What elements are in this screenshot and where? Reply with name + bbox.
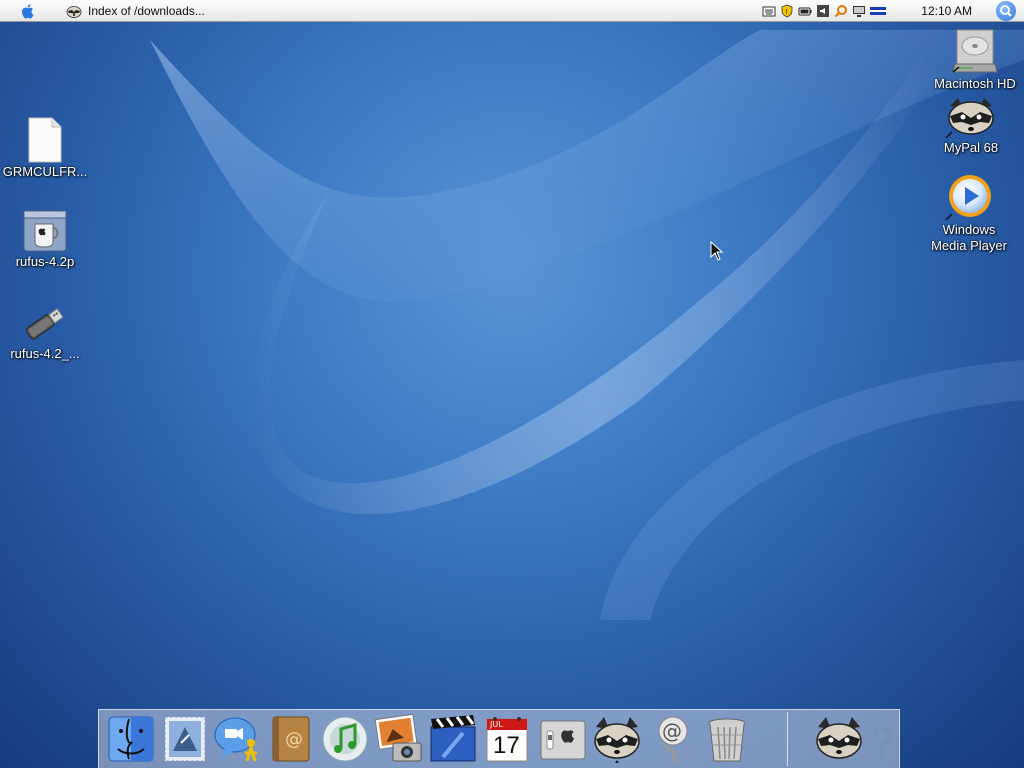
language-flag-icon[interactable] <box>870 4 886 18</box>
menu-bar: Index of /downloads... ! 12:10 AM <box>0 0 1024 22</box>
usb-drive-icon <box>25 308 64 340</box>
raccoon-browser-icon <box>66 6 82 18</box>
spotlight-icon[interactable] <box>996 1 1016 21</box>
desktop-icon-label-line1: Windows <box>942 222 996 237</box>
mail-at-icon[interactable]: @ <box>647 713 699 765</box>
desktop-icon-label-line2: Media Player <box>931 238 1007 253</box>
clock[interactable]: 12:10 AM <box>921 4 972 18</box>
desktop-icon-mypal-68[interactable]: MyPal 68 <box>923 96 1019 156</box>
itunes-icon[interactable] <box>319 713 371 765</box>
active-window-title[interactable]: Index of /downloads... <box>66 3 205 19</box>
desktop-icon-label: rufus-4.2p <box>15 254 75 269</box>
svg-text:@: @ <box>285 729 303 750</box>
svg-text:?: ? <box>871 720 894 765</box>
svg-text:!: ! <box>785 8 788 16</box>
raccoon-browser-icon[interactable] <box>813 713 865 765</box>
desktop-icon-label: MyPal 68 <box>943 140 999 155</box>
dock: @ JUL 17 @ ? <box>98 709 900 768</box>
trash-icon[interactable] <box>701 713 753 765</box>
address-book-icon[interactable]: @ <box>265 713 317 765</box>
iphoto-icon[interactable] <box>373 713 425 765</box>
menu-extras: ! <box>762 3 886 19</box>
keyboard-icon[interactable] <box>762 4 776 18</box>
desktop-icon-label: rufus-4.2_... <box>10 346 80 361</box>
raccoon-browser-icon <box>945 98 994 139</box>
raccoon-browser-icon[interactable] <box>591 713 643 765</box>
finder-icon[interactable] <box>105 713 157 765</box>
dock-separator <box>787 712 788 766</box>
ichat-icon[interactable] <box>211 713 263 765</box>
coffee-mug-app-icon <box>23 210 67 252</box>
shield-icon[interactable]: ! <box>780 4 794 18</box>
hard-drive-icon <box>952 29 998 73</box>
desktop-icon-windows-media-player[interactable]: Windows Media Player <box>921 172 1017 254</box>
ical-month: JUL <box>490 720 503 729</box>
window-title-text: Index of /downloads... <box>88 4 205 18</box>
monitor-icon[interactable] <box>852 4 866 18</box>
desktop[interactable]: Index of /downloads... ! 12:10 AM GRMCUL… <box>0 0 1024 768</box>
help-question-icon[interactable]: ? <box>869 713 899 765</box>
desktop-icon-macintosh-hd[interactable]: Macintosh HD <box>927 26 1023 92</box>
desktop-icon-label: GRMCULFR... <box>2 164 88 179</box>
media-player-icon <box>945 175 991 221</box>
mail-stamp-icon[interactable] <box>159 713 211 765</box>
ical-icon[interactable]: JUL 17 <box>481 713 533 765</box>
blank-document-icon <box>28 117 62 163</box>
ical-day: 17 <box>493 732 520 759</box>
desktop-icon-grmculfr[interactable]: GRMCULFR... <box>0 116 93 180</box>
desktop-icon-rufus-4-2p[interactable]: rufus-4.2p <box>0 208 93 270</box>
imovie-icon[interactable] <box>427 713 479 765</box>
search-magnifier-icon[interactable] <box>834 4 848 18</box>
apple-menu-icon[interactable] <box>18 2 38 20</box>
system-preferences-icon[interactable] <box>537 713 589 765</box>
battery-icon[interactable] <box>798 4 812 18</box>
volume-icon[interactable] <box>816 4 830 18</box>
wallpaper <box>150 30 1024 620</box>
desktop-icon-label: Macintosh HD <box>934 76 1016 91</box>
desktop-icon-rufus-4-2[interactable]: rufus-4.2_... <box>0 300 93 362</box>
svg-text:@: @ <box>662 719 682 743</box>
mouse-cursor-icon <box>710 241 724 261</box>
